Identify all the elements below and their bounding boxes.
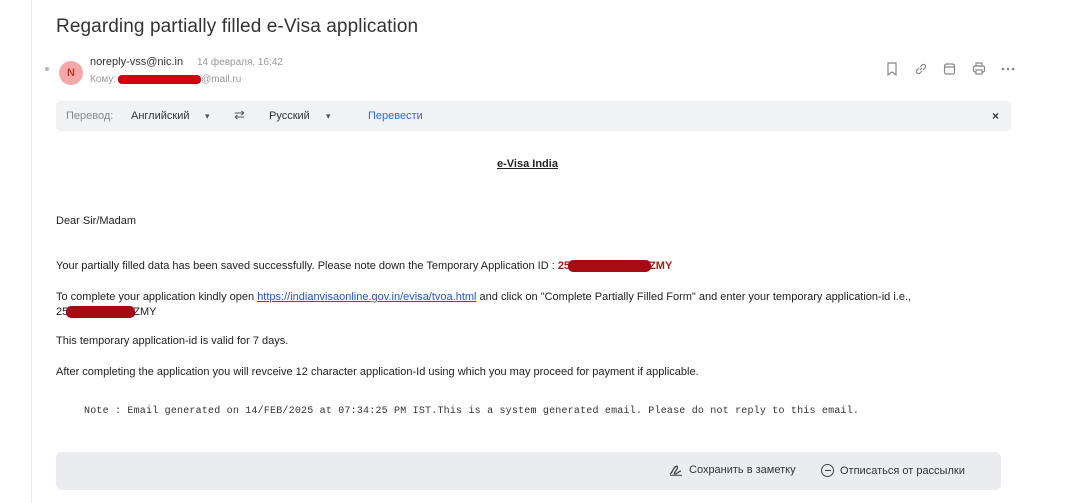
divider — [31, 0, 32, 503]
redaction-mark — [568, 260, 652, 273]
save-to-note-label: Сохранить в заметку — [689, 464, 796, 476]
chevron-down-icon[interactable]: ▾ — [326, 111, 331, 122]
sender-address[interactable]: noreply-vss@nic.in — [90, 56, 183, 68]
application-id-suffix: ZMY — [133, 306, 157, 318]
email-subject: Regarding partially filled e-Visa applic… — [56, 16, 419, 37]
calendar-icon[interactable] — [942, 61, 957, 76]
note-icon — [669, 465, 682, 476]
bookmark-icon[interactable] — [884, 61, 899, 76]
application-id: 25 ZMY — [558, 260, 673, 273]
email-heading: e-Visa India — [497, 158, 558, 170]
paragraph-text: Your partially filled data has been save… — [56, 260, 558, 272]
to-domain: @mail.ru — [201, 74, 242, 85]
translate-label: Перевод: — [66, 110, 114, 122]
unread-dot[interactable] — [45, 67, 49, 71]
email-footer: Сохранить в заметку Отписаться от рассыл… — [56, 452, 1001, 490]
paragraph-next-steps: After completing the application you wil… — [56, 366, 699, 378]
translate-bar: Перевод: Английский ▾ ⇄ Русский ▾ Переве… — [56, 101, 1011, 131]
email-date: 14 февраля, 16:42 — [197, 57, 283, 68]
unsubscribe-icon — [821, 464, 834, 477]
message-actions — [884, 61, 1015, 76]
unsubscribe-label: Отписаться от рассылки — [840, 464, 965, 477]
close-icon[interactable]: × — [992, 109, 999, 123]
evisa-link[interactable]: https://indianvisaonline.gov.in/evisa/tv… — [257, 291, 476, 303]
paragraph-validity: This temporary application-id is valid f… — [56, 335, 289, 347]
redaction-mark — [118, 75, 202, 84]
redaction-mark — [66, 306, 136, 319]
link-icon[interactable] — [913, 61, 928, 76]
unsubscribe-button[interactable]: Отписаться от рассылки — [821, 464, 965, 477]
application-id-suffix: ZMY — [649, 260, 673, 272]
paragraph-saved: Your partially filled data has been save… — [56, 260, 673, 273]
translate-button[interactable]: Перевести — [368, 110, 423, 122]
chevron-down-icon[interactable]: ▾ — [205, 111, 210, 122]
paragraph-text: and click on "Complete Partially Filled … — [476, 291, 912, 303]
paragraph-instructions: To complete your application kindly open… — [56, 290, 986, 320]
recipient-line: Кому: @mail.ru — [90, 74, 241, 85]
swap-languages-icon[interactable]: ⇄ — [234, 107, 245, 123]
to-label: Кому: — [90, 74, 117, 85]
target-language-select[interactable]: Русский — [269, 110, 310, 122]
email-view: Regarding partially filled e-Visa applic… — [0, 0, 1075, 503]
print-icon[interactable] — [971, 61, 986, 76]
greeting: Dear Sir/Madam — [56, 215, 137, 227]
save-to-note-button[interactable]: Сохранить в заметку — [669, 464, 796, 476]
more-icon[interactable] — [1000, 61, 1015, 76]
sender-avatar[interactable]: N — [59, 61, 83, 85]
system-note: Note : Email generated on 14/FEB/2025 at… — [84, 406, 860, 417]
source-language-select[interactable]: Английский — [131, 110, 190, 122]
paragraph-text: To complete your application kindly open — [56, 291, 258, 303]
